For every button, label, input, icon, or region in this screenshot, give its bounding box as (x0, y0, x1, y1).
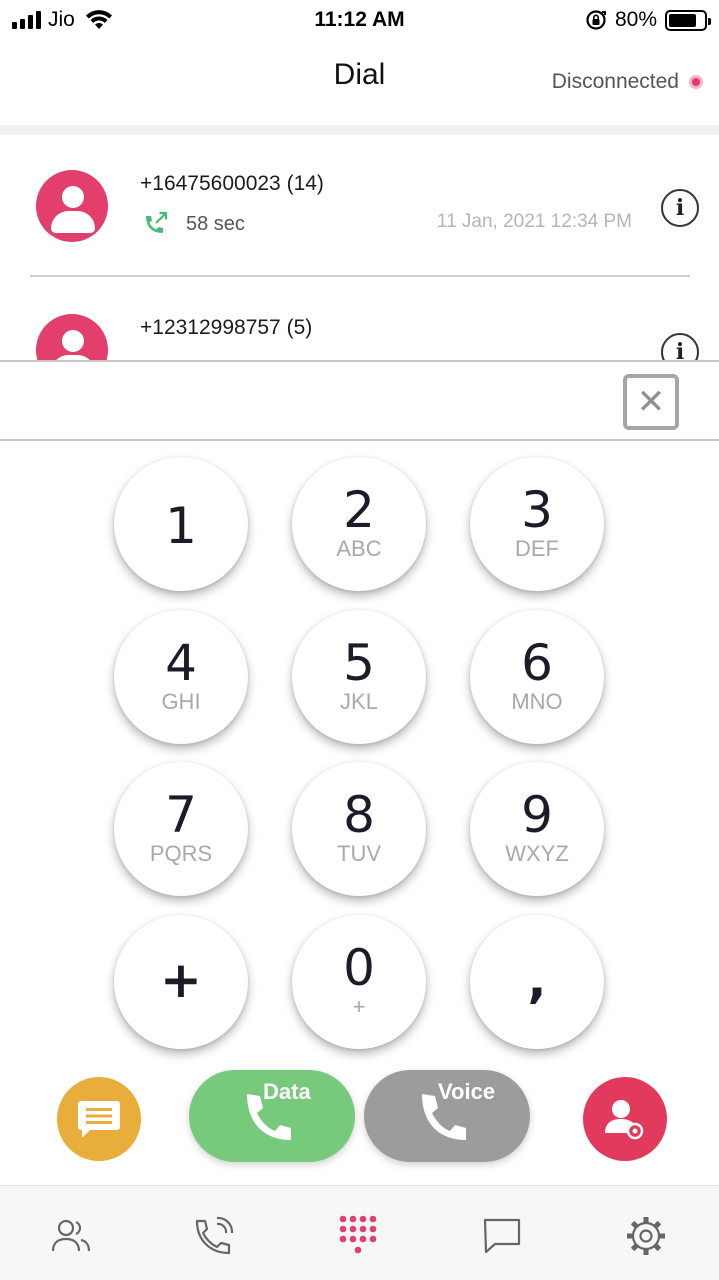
dialpad: 1 2 ABC 3 DEF 4 GHI 5 JKL 6 MNO 7 PQRS 8 TUV 9W… (0, 441, 719, 1061)
call-log-item[interactable]: +16475600023 (14) 58 sec 11 Jan, 2021 12… (0, 135, 719, 277)
key-digit: 6 (521, 634, 553, 692)
avatar (36, 314, 108, 360)
key-digit: 4 (165, 634, 197, 692)
add-contact-icon (605, 1100, 644, 1140)
key-digit: 8 (343, 786, 375, 844)
message-button[interactable] (57, 1077, 141, 1161)
clear-button[interactable]: ✕ (623, 374, 679, 430)
info-icon[interactable]: i (661, 333, 699, 360)
data-call-button[interactable]: Data (189, 1070, 355, 1162)
key-letters: + (352, 994, 366, 1019)
key-6[interactable]: 6 MNO (470, 610, 604, 744)
key-digit: , (527, 951, 547, 1009)
recent-calls-icon (195, 1216, 234, 1255)
key-digit: 0 (343, 939, 375, 997)
call-log-number: +12312998757 (5) (140, 316, 313, 339)
message-icon (78, 1101, 120, 1138)
data-call-label: Data (263, 1079, 311, 1104)
key-letters: MNO (511, 689, 563, 714)
voice-call-button[interactable]: Voice (364, 1070, 530, 1162)
key-letters: WXYZ (505, 841, 569, 866)
key-digit: 2 (343, 481, 375, 539)
key-digit: 5 (343, 634, 375, 692)
messages-icon (483, 1218, 521, 1254)
call-log-meta (140, 353, 170, 360)
dial-input-bar: ✕ (0, 360, 719, 441)
tab-recent-calls[interactable] (192, 1214, 236, 1258)
battery-percentage: 80% (614, 8, 657, 31)
call-date: 11 Jan, 2021 12:34 PM (436, 211, 632, 232)
tab-settings[interactable] (624, 1214, 668, 1258)
app-header: Dial Disconnected (0, 40, 719, 125)
header-divider (0, 125, 719, 135)
key-letters: PQRS (149, 841, 213, 866)
key-digit: 1 (165, 497, 197, 555)
key-1[interactable]: 1 (114, 457, 248, 591)
rotation-lock-icon (586, 10, 606, 30)
tab-contacts[interactable] (49, 1214, 93, 1258)
avatar (36, 170, 108, 242)
key-plus[interactable]: + (114, 915, 248, 1049)
outgoing-call-icon (146, 211, 168, 233)
status-dot-icon (689, 75, 703, 89)
key-letters: JKL (340, 689, 378, 714)
key-digit: 3 (521, 481, 553, 539)
voice-call-label: Voice (438, 1079, 496, 1104)
call-log-list[interactable]: +16475600023 (14) 58 sec 11 Jan, 2021 12… (0, 135, 719, 360)
connection-status-label: Disconnected (551, 70, 679, 93)
key-2[interactable]: 2 ABC (292, 457, 426, 591)
key-9[interactable]: 9 WXYZ (470, 762, 604, 896)
key-4[interactable]: 4 GHI (114, 610, 248, 744)
key-letters: GHI (161, 689, 201, 714)
key-0[interactable]: 0 + (292, 915, 426, 1049)
key-8[interactable]: 8 TUV (292, 762, 426, 896)
battery-level-fill (669, 13, 697, 27)
info-icon[interactable]: i (661, 189, 699, 227)
key-digit: 9 (521, 786, 553, 844)
key-5[interactable]: 5 JKL (292, 610, 426, 744)
status-right: 80% (585, 6, 711, 34)
outgoing-call-icon (140, 353, 170, 360)
dialpad-icon (339, 1215, 377, 1254)
call-duration: 58 sec (186, 212, 245, 235)
row-divider (30, 275, 690, 277)
call-log-item[interactable]: +12312998757 (5) i (0, 279, 719, 360)
call-log-meta: 58 sec (140, 209, 245, 239)
settings-icon (627, 1217, 665, 1255)
call-log-number: +16475600023 (14) (140, 172, 324, 195)
key-digit: + (160, 951, 202, 1009)
connection-status[interactable]: Disconnected (552, 70, 703, 94)
key-comma[interactable]: , (470, 915, 604, 1049)
key-7[interactable]: 7 PQRS (114, 762, 248, 896)
bottom-tab-bar (0, 1185, 719, 1280)
key-digit: 7 (165, 786, 197, 844)
tab-dialpad[interactable] (337, 1214, 381, 1258)
key-letters: TUV (337, 841, 381, 866)
dial-number-input[interactable] (20, 374, 600, 428)
contacts-icon (51, 1219, 91, 1252)
key-3[interactable]: 3 DEF (470, 457, 604, 591)
key-letters: ABC (336, 536, 382, 561)
battery-icon (665, 9, 711, 31)
tab-messages[interactable] (480, 1214, 524, 1258)
add-contact-button[interactable] (583, 1077, 667, 1161)
close-icon: ✕ (636, 383, 666, 421)
status-bar: Jio 11:12 AM 80% (0, 0, 719, 40)
key-letters: DEF (515, 536, 559, 561)
